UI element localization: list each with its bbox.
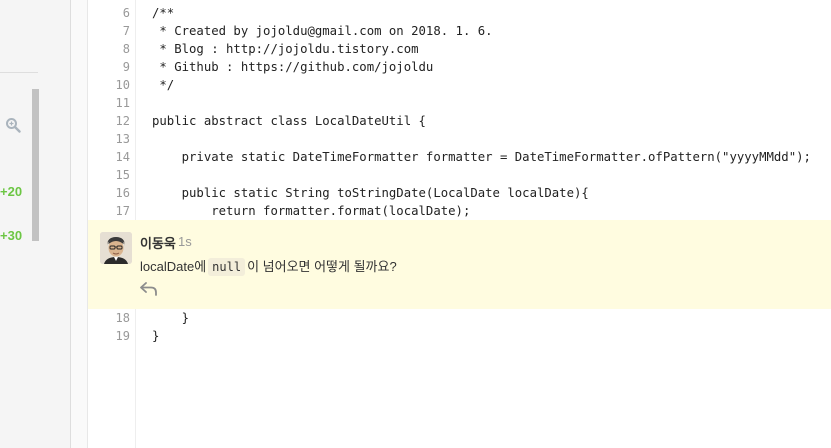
diff-count-additions: +30 (0, 228, 23, 243)
code-line: 12 public abstract class LocalDateUtil { (88, 112, 831, 130)
comment-text: localDate에 (140, 259, 207, 274)
code-line: 11 (88, 94, 831, 112)
line-number[interactable]: 13 (88, 130, 130, 148)
line-number[interactable]: 11 (88, 94, 130, 112)
code-line: 7 * Created by jojoldu@gmail.com on 2018… (88, 22, 831, 40)
code-text: return formatter.format(localDate); (152, 204, 471, 218)
file-tree-scrollbar[interactable] (32, 89, 39, 241)
code-text: * Github : https://github.com/jojoldu (152, 60, 434, 74)
line-number[interactable]: 18 (88, 309, 130, 327)
line-number[interactable]: 16 (88, 184, 130, 202)
reply-icon[interactable] (140, 282, 158, 296)
code-line: 13 (88, 130, 831, 148)
line-number[interactable]: 17 (88, 202, 130, 220)
code-line: 6 /** (88, 4, 831, 22)
line-number[interactable]: 14 (88, 148, 130, 166)
comment-timestamp[interactable]: 1s (178, 234, 192, 249)
comment-author[interactable]: 이동욱 (140, 233, 176, 252)
avatar-image (100, 232, 132, 264)
comment-body: localDate에 null 이 넘어오면 어떻게 될까요? (140, 256, 397, 276)
code-line: 8 * Blog : http://jojoldu.tistory.com (88, 40, 831, 58)
line-number[interactable]: 10 (88, 76, 130, 94)
search-icon[interactable] (5, 117, 21, 133)
avatar[interactable] (100, 232, 132, 264)
code-line: 19 } (88, 327, 831, 345)
line-number[interactable]: 6 (88, 4, 130, 22)
inline-comment: 이동욱 1s localDate에 null 이 넘어오면 어떻게 될까요? (88, 220, 831, 309)
line-number[interactable]: 19 (88, 327, 130, 345)
code-line: 14 private static DateTimeFormatter form… (88, 148, 831, 166)
code-text: public abstract class LocalDateUtil { (152, 114, 426, 128)
line-number[interactable]: 9 (88, 58, 130, 76)
code-text: * Created by jojoldu@gmail.com on 2018. … (152, 24, 493, 38)
diff-count-additions: +20 (0, 184, 23, 199)
code-line: 10 */ (88, 76, 831, 94)
code-line: 17 return formatter.format(localDate); (88, 202, 831, 220)
inline-code: null (208, 258, 246, 276)
line-number[interactable]: 7 (88, 22, 130, 40)
code-line: 16 public static String toStringDate(Loc… (88, 184, 831, 202)
code-text: public static String toStringDate(LocalD… (152, 186, 589, 200)
code-line: 15 (88, 166, 831, 184)
line-number[interactable]: 15 (88, 166, 130, 184)
line-number[interactable]: 8 (88, 40, 130, 58)
line-number[interactable]: 12 (88, 112, 130, 130)
code-line: 9 * Github : https://github.com/jojoldu (88, 58, 831, 76)
code-text: /** (152, 6, 175, 20)
code-text: } (152, 311, 190, 325)
file-tree-panel: +20 +30 (0, 0, 71, 448)
comment-text: 이 넘어오면 어떻게 될까요? (247, 259, 397, 274)
diff-gutter (71, 0, 88, 448)
panel-divider (0, 72, 38, 73)
code-line: 18 } (88, 309, 831, 327)
code-text: */ (152, 78, 175, 92)
code-text: } (152, 329, 160, 343)
code-text: * Blog : http://jojoldu.tistory.com (152, 42, 419, 56)
code-text: private static DateTimeFormatter formatt… (152, 150, 811, 164)
